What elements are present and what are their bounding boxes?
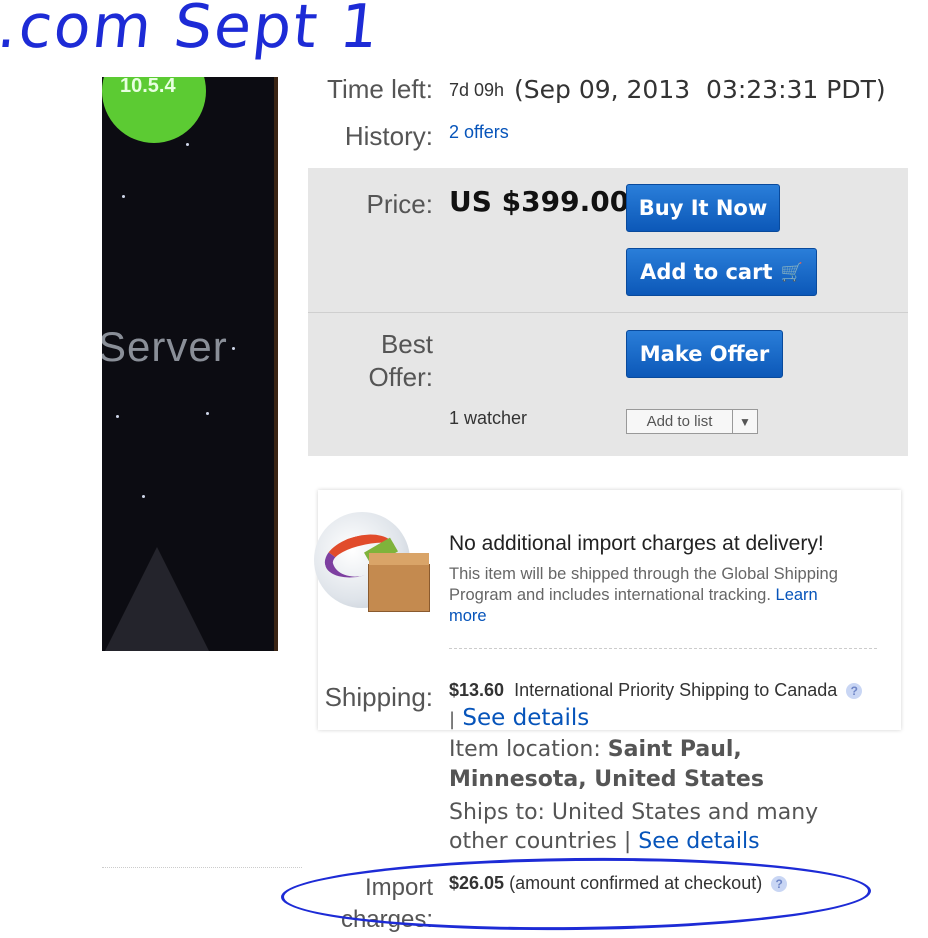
watcher-count: 1 watcher [449, 408, 528, 428]
decorative-shape [102, 547, 212, 651]
package-icon [368, 553, 430, 612]
ships-to-line: Ships to: United States and many [449, 800, 819, 825]
shipping-service: International Priority Shipping to Canad… [514, 680, 838, 700]
ships-to-see-details-link[interactable]: See details [638, 829, 759, 854]
time-left-end: (Sep 09, 2013 03:23:31 PDT) [514, 75, 886, 104]
item-location-line-2: Minnesota, United States [449, 767, 764, 792]
star-dot [122, 195, 125, 198]
make-offer-label: Make Offer [639, 342, 770, 366]
star-dot [186, 143, 189, 146]
star-dot [116, 415, 119, 418]
item-location-label: Item location: [449, 737, 601, 762]
chevron-down-icon[interactable]: ▼ [733, 415, 757, 429]
ships-to-countries: other countries [449, 829, 617, 854]
time-left-label: Time left: [327, 74, 433, 104]
item-location-city: Saint Paul, [607, 737, 742, 762]
product-image-text: Server [102, 323, 228, 370]
add-to-list-dropdown[interactable]: Add to list ▼ [626, 409, 758, 434]
make-offer-button[interactable]: Make Offer [626, 330, 783, 378]
history-offers-link[interactable]: 2 offers [449, 122, 509, 143]
time-left-short: 7d 09h [449, 80, 505, 100]
best-offer-label-1: Best [380, 329, 433, 359]
item-location-state: Minnesota, United States [449, 767, 764, 792]
learn-more-link-part1: Learn [775, 586, 818, 604]
price-value: US $399.00 [449, 185, 630, 218]
handwritten-annotation: .com Sept 1 [0, 0, 384, 62]
buy-it-now-label: Buy It Now [638, 196, 768, 220]
star-dot [142, 495, 145, 498]
price-box-divider [308, 312, 908, 313]
cart-icon: 🛒 [780, 261, 803, 283]
add-to-list-label: Add to list [627, 410, 733, 433]
item-location-line: Item location: Saint Paul, [449, 737, 742, 762]
best-offer-label-2: Offer: [368, 362, 433, 392]
add-to-cart-label: Add to cart [640, 260, 773, 284]
gsp-title: No additional import charges at delivery… [449, 532, 824, 555]
gsp-description: This item will be shipped through the Gl… [449, 564, 869, 627]
shipping-cost-line: $13.60 International Priority Shipping t… [449, 680, 863, 701]
handwritten-circle [280, 854, 872, 934]
star-dot [206, 412, 209, 415]
version-badge-text: 10.5.4 [120, 77, 176, 97]
add-to-cart-button[interactable]: Add to cart 🛒 [626, 248, 817, 296]
gsp-divider [449, 648, 877, 649]
shipping-label: Shipping: [324, 682, 433, 712]
ships-to-line-2: other countries | See details [449, 829, 760, 854]
shipping-cost: $13.60 [449, 680, 505, 700]
help-icon[interactable]: ? [846, 683, 863, 700]
shipping-see-details-link[interactable]: See details [462, 705, 589, 731]
section-rule [102, 867, 302, 868]
price-label: Price: [366, 189, 433, 219]
history-label: History: [344, 121, 433, 151]
learn-more-link-part2: more [449, 607, 487, 625]
buy-it-now-button[interactable]: Buy It Now [626, 184, 780, 232]
shipping-see-details-line: | See details [449, 705, 590, 731]
